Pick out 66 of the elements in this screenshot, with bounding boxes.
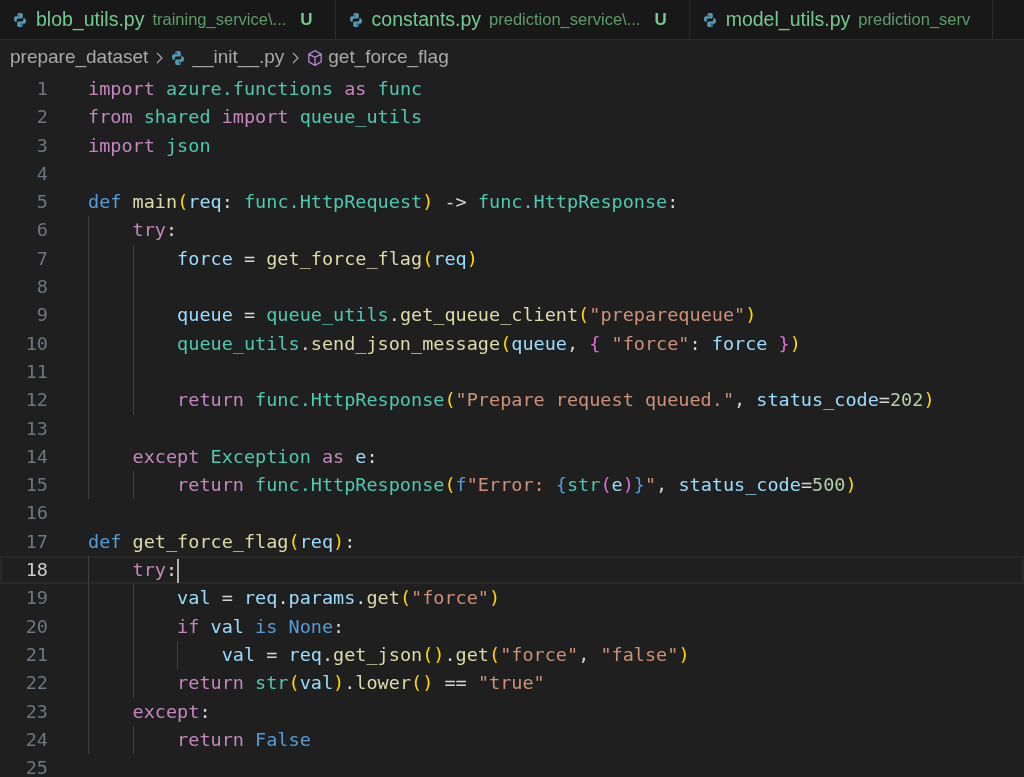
line-number: 15 [24, 473, 48, 498]
code-line: if val is None: [176, 615, 345, 637]
python-file-icon [701, 11, 718, 28]
line-number: 8 [35, 275, 48, 300]
line-number: 22 [24, 671, 48, 696]
code-line: import json [88, 134, 211, 156]
line-number: 9 [35, 303, 48, 328]
code-line: def main(req: func.HttpRequest) -> func.HttpResponse: [88, 191, 679, 213]
line-number: 5 [35, 190, 48, 215]
line-number: 18 [24, 558, 48, 583]
breadcrumb-item[interactable]: __init__.py [192, 43, 285, 72]
code-line: try: [131, 219, 178, 241]
text-cursor [177, 559, 180, 584]
line-number: 17 [24, 529, 48, 554]
line-number: 21 [24, 642, 48, 667]
code-line: return str(val).lower() == "true" [176, 672, 545, 694]
code-line: try: [131, 559, 178, 581]
line-number: 16 [24, 501, 48, 526]
code-line: except: [131, 700, 211, 722]
tab-path: prediction_serv [858, 9, 971, 31]
code-line: val = req.get_json().get("force", "false") [220, 643, 690, 665]
cube-icon [306, 48, 325, 67]
editor-tab[interactable]: model_utils.py prediction_serv [689, 0, 994, 39]
code-line: return False [176, 728, 311, 750]
breadcrumb-item[interactable]: prepare_dataset [10, 43, 149, 72]
code-line: return func.HttpResponse(f"Error: {str(e)}", status_code=500) [176, 474, 857, 496]
line-number: 1 [35, 77, 48, 101]
python-file-icon [12, 11, 28, 28]
git-status: U [654, 8, 667, 31]
python-file-icon [347, 11, 364, 28]
code-line: import azure.functions as func [88, 78, 423, 99]
line-number: 4 [35, 161, 48, 186]
tab-path: training_service\... [152, 9, 287, 31]
code-line: except Exception as e: [131, 445, 378, 467]
line-number: 11 [24, 359, 48, 384]
tab-filename: constants.py [371, 6, 482, 32]
line-number: 12 [24, 388, 48, 413]
code-line: force = get_force_flag(req) [176, 247, 478, 269]
line-number: 3 [35, 133, 48, 158]
line-number: 13 [24, 416, 48, 441]
line-number: 2 [35, 105, 48, 130]
chevron-right-icon [290, 50, 301, 65]
breadcrumb-item[interactable]: get_force_flag [328, 43, 449, 72]
code-line: val = req.params.get("force") [176, 587, 501, 609]
tab-filename: blob_utils.py [36, 6, 145, 33]
line-number: 7 [35, 246, 48, 271]
line-number: 20 [24, 614, 48, 639]
git-status: U [300, 8, 313, 31]
code-line: queue = queue_utils.get_queue_client("preparequeue") [176, 304, 757, 326]
chevron-right-icon [154, 50, 165, 65]
tab-path: prediction_service\... [489, 9, 641, 31]
code-line: queue_utils.send_json_message(queue, { "force": force }) [176, 332, 801, 354]
line-number: 25 [24, 756, 48, 777]
line-number: 23 [24, 699, 48, 724]
line-number: 14 [24, 444, 48, 469]
editor-tab[interactable]: blob_utils.py training_service\... U [0, 0, 336, 39]
line-number: 6 [35, 218, 48, 243]
line-number: 10 [24, 331, 48, 356]
code-line: return func.HttpResponse("Prepare request queued.", status_code=202) [176, 389, 935, 411]
line-number: 24 [24, 727, 48, 752]
editor-tab[interactable]: constants.py prediction_service\... U [335, 0, 690, 39]
tab-filename: model_utils.py [725, 6, 851, 33]
line-number: 19 [24, 586, 48, 611]
code-line: def get_force_flag(req): [88, 530, 356, 552]
code-line: from shared import queue_utils [88, 106, 423, 128]
python-file-icon [170, 49, 187, 66]
